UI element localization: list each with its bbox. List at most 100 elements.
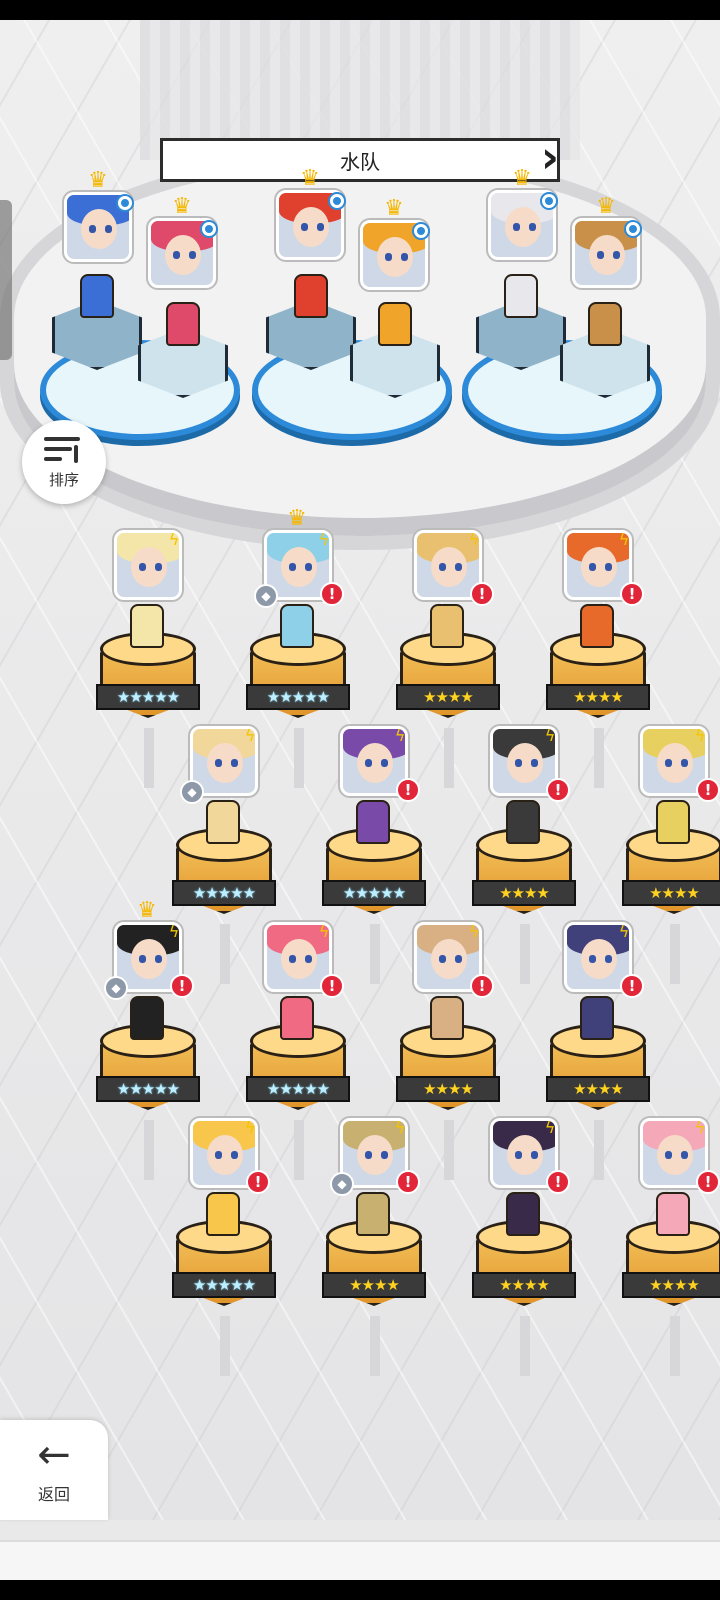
hero-star-rating: ★★★★★ xyxy=(246,1076,350,1102)
hero-sprite[interactable] xyxy=(206,800,240,844)
alert-icon: ! xyxy=(246,1170,270,1194)
lightning-icon: ϟ xyxy=(544,726,556,745)
hero-sprite[interactable] xyxy=(580,604,614,648)
portrait-eye xyxy=(597,251,604,259)
team-member-sprite[interactable] xyxy=(504,274,538,318)
portrait-eye xyxy=(381,1151,388,1159)
alert-icon: ! xyxy=(320,582,344,606)
portrait-eye xyxy=(439,955,446,963)
crown-icon: ♛ xyxy=(287,506,307,531)
hero-star-rating: ★★★★★ xyxy=(246,684,350,710)
portrait-eye xyxy=(665,759,672,767)
hero-star-rating: ★★★★★ xyxy=(96,1076,200,1102)
hero-sprite[interactable] xyxy=(130,996,164,1040)
portrait-eye xyxy=(189,251,196,259)
arrow-left-icon: ← xyxy=(37,1432,71,1478)
hero-star-rating: ★★★★★ xyxy=(322,880,426,906)
lightning-icon: ϟ xyxy=(394,1118,406,1137)
alert-icon: ! xyxy=(546,1170,570,1194)
portrait-eye xyxy=(455,955,462,963)
pedestal-post xyxy=(444,728,454,788)
hero-star-rating: ★★★★ xyxy=(622,1272,720,1298)
alert-icon: ! xyxy=(396,1170,420,1194)
lightning-icon: ϟ xyxy=(694,1118,706,1137)
sort-label: 排序 xyxy=(48,470,79,489)
side-drawer-handle[interactable] xyxy=(0,200,12,360)
gem-icon: ◆ xyxy=(330,1172,354,1196)
lightning-icon: ϟ xyxy=(544,1118,556,1137)
portrait-eye xyxy=(589,563,596,571)
hero-sprite[interactable] xyxy=(580,996,614,1040)
pedestal-post xyxy=(444,1120,454,1180)
lightning-icon: ϟ xyxy=(244,1118,256,1137)
alert-icon: ! xyxy=(320,974,344,998)
alert-icon: ! xyxy=(546,778,570,802)
portrait-eye xyxy=(589,955,596,963)
crown-icon: ♛ xyxy=(172,194,192,219)
hero-star-rating: ★★★★ xyxy=(396,684,500,710)
gem-icon: ◆ xyxy=(254,584,278,608)
portrait-eye xyxy=(605,955,612,963)
pedestal-post xyxy=(144,728,154,788)
team-name: 水队 xyxy=(340,149,380,174)
hero-star-rating: ★★★★★ xyxy=(172,1272,276,1298)
portrait-eye xyxy=(155,955,162,963)
selected-marker-icon xyxy=(200,220,218,238)
pedestal-post xyxy=(594,1120,604,1180)
crown-icon: ♛ xyxy=(384,196,404,221)
lightning-icon: ϟ xyxy=(168,530,180,549)
alert-icon: ! xyxy=(470,582,494,606)
portrait-eye xyxy=(215,1151,222,1159)
pedestal-post xyxy=(370,1316,380,1376)
hero-sprite[interactable] xyxy=(506,800,540,844)
chevron-right-icon[interactable]: › xyxy=(538,134,562,186)
lightning-icon: ϟ xyxy=(318,922,330,941)
portrait-eye xyxy=(305,563,312,571)
lightning-icon: ϟ xyxy=(394,726,406,745)
alert-icon: ! xyxy=(620,974,644,998)
portrait-eye xyxy=(105,225,112,233)
team-member-sprite[interactable] xyxy=(588,302,622,346)
team-member-sprite[interactable] xyxy=(166,302,200,346)
hero-sprite[interactable] xyxy=(356,1192,390,1236)
sort-descending-icon xyxy=(44,435,84,465)
lightning-icon: ϟ xyxy=(618,922,630,941)
team-title-bar: 水队 xyxy=(160,138,560,182)
team-member-sprite[interactable] xyxy=(294,274,328,318)
pedestal-post xyxy=(220,924,230,984)
lightning-icon: ϟ xyxy=(168,922,180,941)
hero-sprite[interactable] xyxy=(280,996,314,1040)
team-member-sprite[interactable] xyxy=(80,274,114,318)
hero-sprite[interactable] xyxy=(506,1192,540,1236)
status-bar xyxy=(0,0,720,20)
portrait-eye xyxy=(139,563,146,571)
alert-icon: ! xyxy=(396,778,420,802)
pedestal-post xyxy=(520,1316,530,1376)
team-member-sprite[interactable] xyxy=(378,302,412,346)
hero-sprite[interactable] xyxy=(206,1192,240,1236)
portrait-eye xyxy=(289,563,296,571)
hero-sprite[interactable] xyxy=(130,604,164,648)
portrait-eye xyxy=(155,563,162,571)
hero-star-rating: ★★★★★ xyxy=(172,880,276,906)
hero-sprite[interactable] xyxy=(656,1192,690,1236)
hero-sprite[interactable] xyxy=(280,604,314,648)
gem-icon: ◆ xyxy=(104,976,128,1000)
hero-sprite[interactable] xyxy=(430,604,464,648)
lightning-icon: ϟ xyxy=(318,530,330,549)
hero-star-rating: ★★★★ xyxy=(472,880,576,906)
alert-icon: ! xyxy=(696,778,720,802)
pedestal-post xyxy=(144,1120,154,1180)
pedestal-post xyxy=(520,924,530,984)
sort-button[interactable]: 排序 xyxy=(22,420,106,504)
alert-icon: ! xyxy=(470,974,494,998)
portrait-eye xyxy=(681,1151,688,1159)
portrait-eye xyxy=(439,563,446,571)
hero-sprite[interactable] xyxy=(356,800,390,844)
hero-star-rating: ★★★★ xyxy=(396,1076,500,1102)
hero-sprite[interactable] xyxy=(656,800,690,844)
back-button[interactable]: ← 返回 xyxy=(0,1420,108,1520)
hero-sprite[interactable] xyxy=(430,996,464,1040)
lightning-icon: ϟ xyxy=(618,530,630,549)
pedestal-post xyxy=(670,924,680,984)
